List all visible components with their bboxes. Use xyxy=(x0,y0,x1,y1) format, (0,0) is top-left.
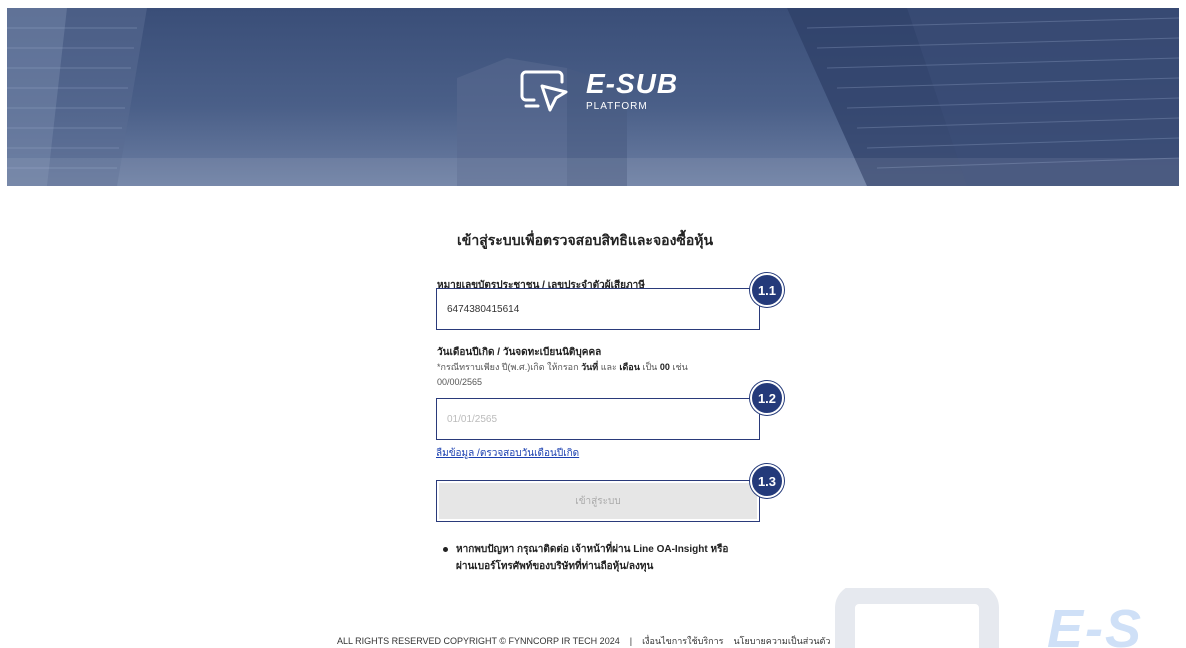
dob-hint-day: วันที่ xyxy=(581,362,599,372)
step-badge-1-3: 1.3 xyxy=(750,464,784,498)
logo: E-SUB PLATFORM xyxy=(520,68,678,114)
dob-hint-eg: เช่น xyxy=(672,362,688,372)
footer: ALL RIGHTS RESERVED COPYRIGHT © FYNNCORP… xyxy=(337,634,830,648)
dob-hint-text: *กรณีทราบเพียง ปี(พ.ศ.)เกิด ให้กรอก xyxy=(437,362,579,372)
dob-field-wrapper xyxy=(436,398,769,440)
page-title: เข้าสู่ระบบเพื่อตรวจสอบสิทธิและจองซื้อหุ… xyxy=(457,232,714,248)
hero-banner: E-SUB PLATFORM xyxy=(7,8,1179,186)
logo-subtitle: PLATFORM xyxy=(586,101,648,112)
dob-hint: *กรณีทราบเพียง ปี(พ.ศ.)เกิด ให้กรอก วันท… xyxy=(437,360,737,390)
bullet-icon xyxy=(443,547,448,552)
dob-hint-as: เป็น xyxy=(642,362,658,372)
submit-button-wrapper: เข้าสู่ระบบ xyxy=(436,480,760,522)
step-badge-1-2: 1.2 xyxy=(750,381,784,415)
dob-hint-and: และ xyxy=(600,362,617,372)
dob-hint-example: 00/00/2565 xyxy=(437,377,483,387)
help-note-line-2: ผ่านเบอร์โทรศัพท์ของบริษัทที่ท่านถือหุ้น… xyxy=(456,561,654,572)
watermark-text: E-S xyxy=(1047,599,1144,648)
dob-hint-month: เดือน xyxy=(619,362,640,372)
login-button[interactable]: เข้าสู่ระบบ xyxy=(439,483,757,519)
dob-hint-zero: 00 xyxy=(659,362,670,372)
step-badge-1-1: 1.1 xyxy=(750,273,784,307)
footer-privacy-link[interactable]: นโยบายความเป็นส่วนตัว xyxy=(734,634,831,648)
footer-separator: | xyxy=(629,636,633,646)
forgot-dob-link[interactable]: ลืมข้อมูล /ตรวจสอบวันเดือนปีเกิด xyxy=(436,446,579,461)
help-note-line-1: หากพบปัญหา กรุณาติดต่อ เจ้าหน้าที่ผ่าน L… xyxy=(456,544,729,555)
logo-title: E-SUB xyxy=(586,68,679,99)
footer-copyright: ALL RIGHTS RESERVED COPYRIGHT © FYNNCORP… xyxy=(337,636,620,646)
logo-cursor-icon xyxy=(520,70,568,112)
watermark-logo-icon xyxy=(835,588,999,648)
id-field-wrapper xyxy=(436,288,769,330)
page-frame: E-SUB PLATFORM เข้าสู่ระบบเพื่อตรวจสอบสิ… xyxy=(7,8,1179,648)
footer-terms-link[interactable]: เงื่อนไขการใช้บริการ xyxy=(642,634,723,648)
help-note: หากพบปัญหา กรุณาติดต่อ เจ้าหน้าที่ผ่าน L… xyxy=(443,541,783,575)
dob-input[interactable] xyxy=(437,399,769,439)
dob-field-label: วันเดือนปีเกิด / วันจดทะเบียนนิติบุคคล xyxy=(437,347,602,358)
id-number-input[interactable] xyxy=(437,289,769,329)
